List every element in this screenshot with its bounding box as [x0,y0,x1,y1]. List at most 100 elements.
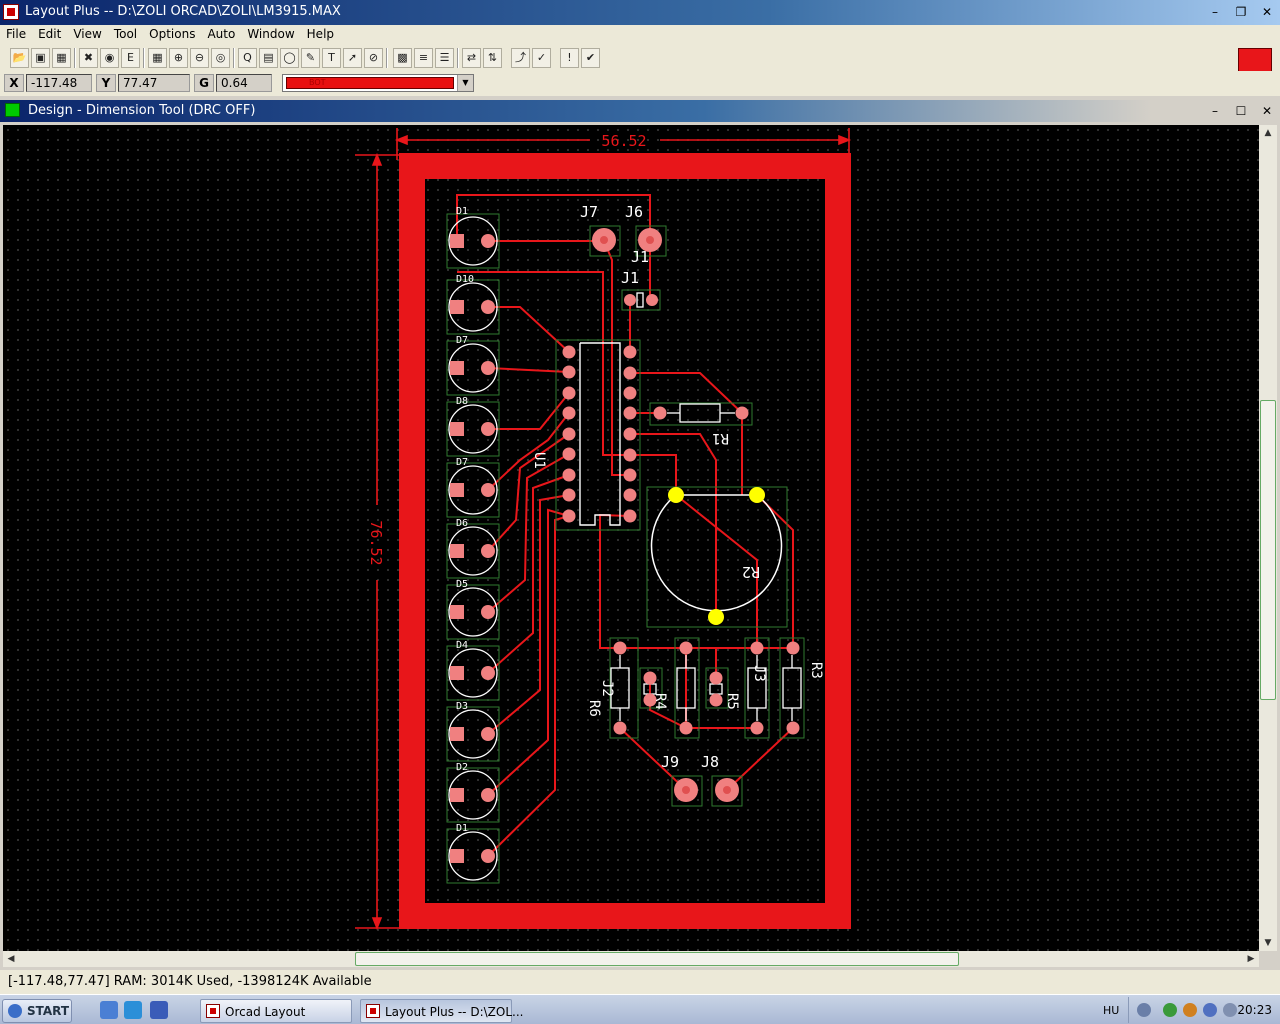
language-indicator[interactable]: HU [1103,1004,1119,1017]
scroll-left-icon[interactable]: ◀ [5,952,17,966]
edit-icon[interactable]: E [121,48,140,68]
layer-select[interactable]: BOT ▼ [282,74,474,92]
color-icon[interactable]: ▩ [393,48,412,68]
pcb-canvas[interactable]: 56.52 76.52 D1 D10 D7 D8 D7 D6 D5 D4 D3 … [3,125,1259,951]
r2-label: R2 [742,563,760,581]
task-layout-plus[interactable]: Layout Plus -- D:\ZOL... [360,999,523,1023]
spreadsheet-icon[interactable]: ▦ [148,48,167,68]
library-icon[interactable]: ▦ [52,48,71,68]
menu-auto[interactable]: Auto [201,25,241,45]
menu-tool[interactable]: Tool [108,25,143,45]
connection-icon[interactable]: ➚ [343,48,362,68]
menu-options[interactable]: Options [143,25,201,45]
delete-icon[interactable]: ✖ [79,48,98,68]
y-label: Y [96,74,116,92]
save-icon[interactable]: ▣ [31,48,50,68]
pin-icon[interactable]: ◯ [280,48,299,68]
r4-label: R4 [652,693,668,710]
quicklaunch-desktop-icon[interactable] [150,1001,168,1019]
child-minimize-button[interactable]: – [1206,103,1224,119]
task-orcad-layout[interactable]: Orcad Layout [200,999,352,1023]
x-coordinate: -117.48 [26,74,92,92]
grid-value: 0.64 [216,74,272,92]
vertical-scrollbar[interactable]: ▲ ▼ [1259,125,1277,951]
y-coordinate: 77.47 [118,74,190,92]
scroll-up-icon[interactable]: ▲ [1261,127,1275,139]
drc-icon[interactable]: ≡ [414,48,433,68]
system-tray: HU 20:23 [1103,997,1280,1023]
j8-label: J8 [701,753,719,771]
led-label: D7 [456,457,468,468]
component-icon[interactable]: ▤ [259,48,278,68]
app-title: Layout Plus -- D:\ZOLI ORCAD\ZOLI\LM3915… [25,4,341,19]
tray-app-icon[interactable] [1183,1003,1197,1017]
led-label: D1 [456,206,468,217]
r5-label: R5 [724,693,740,710]
error-icon[interactable]: ⊘ [364,48,383,68]
width-dimension-label: 56.52 [601,132,646,150]
route-icon[interactable]: ⇄ [462,48,481,68]
j7-label: J7 [580,203,598,221]
quicklaunch-browser-icon[interactable] [100,1001,118,1019]
shove-icon[interactable]: ⇅ [483,48,502,68]
app-icon[interactable] [3,4,19,20]
toolbar: 📂 ▣ ▦ ✖ ◉ E ▦ ⊕ ⊖ ◎ Q ▤ ◯ ✎ T ➚ ⊘ ▩ ≡ ☰ … [0,45,1280,71]
start-icon [8,1004,22,1018]
menu-bar: File Edit View Tool Options Auto Window … [0,25,1280,45]
child-maximize-button[interactable]: ☐ [1232,103,1250,119]
u1-footprint: U1 [531,339,641,531]
menu-help[interactable]: Help [301,25,340,45]
tray-network-icon[interactable] [1163,1003,1177,1017]
app-titlebar: Layout Plus -- D:\ZOLI ORCAD\ZOLI\LM3915… [0,0,1280,25]
cleanup-icon[interactable]: ✓ [532,48,551,68]
chevron-down-icon[interactable]: ▼ [457,75,473,91]
vertical-scroll-thumb[interactable] [1260,400,1276,700]
child-close-button[interactable]: ✕ [1258,103,1276,119]
scroll-right-icon[interactable]: ▶ [1245,952,1257,966]
design-area: 56.52 76.52 D1 D10 D7 D8 D7 D6 D5 D4 D3 … [0,122,1280,970]
r3-label: R3 [808,662,824,679]
design-icon[interactable] [5,103,20,117]
r6-label: R6 [586,700,602,717]
drc-check-icon[interactable]: ✔ [581,48,600,68]
led-label: D8 [456,396,468,407]
quicklaunch-ie-icon[interactable] [124,1001,142,1019]
tray-volume-icon[interactable] [1203,1003,1217,1017]
zoom-in-icon[interactable]: ⊕ [169,48,188,68]
menu-edit[interactable]: Edit [32,25,67,45]
clock: 20:23 [1237,1003,1272,1017]
led-label: D2 [456,762,468,773]
led-label: D1 [456,823,468,834]
zoom-out-icon[interactable]: ⊖ [190,48,209,68]
status-bar: [-117.48,77.47] RAM: 3014K Used, -139812… [0,970,1280,994]
horizontal-scrollbar[interactable]: ◀ ▶ [3,951,1259,967]
scroll-down-icon[interactable]: ▼ [1261,937,1275,949]
menu-window[interactable]: Window [241,25,300,45]
start-button[interactable]: START [2,999,72,1023]
close-button[interactable]: ✕ [1258,4,1276,20]
menu-view[interactable]: View [67,25,107,45]
query-icon[interactable]: Q [238,48,257,68]
minimize-button[interactable]: – [1206,4,1224,20]
find-icon[interactable]: ◉ [100,48,119,68]
horizontal-scroll-thumb[interactable] [355,952,959,966]
text-icon[interactable]: T [322,48,341,68]
open-icon[interactable]: 📂 [10,48,29,68]
j1-label: J1 [631,248,649,266]
tray-expand-icon[interactable] [1137,1003,1151,1017]
menu-file[interactable]: File [0,25,32,45]
autoroute-icon[interactable]: ⤴ [511,48,530,68]
online-drc-icon[interactable]: ! [560,48,579,68]
j9-label: J9 [661,753,679,771]
zoom-all-icon[interactable]: ◎ [211,48,230,68]
height-dimension-label: 76.52 [367,520,385,565]
restore-button[interactable]: ❐ [1232,4,1250,20]
start-label: START [27,1004,70,1018]
obstacle-icon[interactable]: ✎ [301,48,320,68]
tray-misc-icon[interactable] [1223,1003,1237,1017]
reconnect-icon[interactable]: ☰ [435,48,454,68]
j3-label: J3 [751,665,767,682]
resistor-bank: R6 J2 R4 R5 J3 R3 [586,637,824,739]
led-label: D5 [456,579,468,590]
task-label: Orcad Layout [225,1005,306,1019]
